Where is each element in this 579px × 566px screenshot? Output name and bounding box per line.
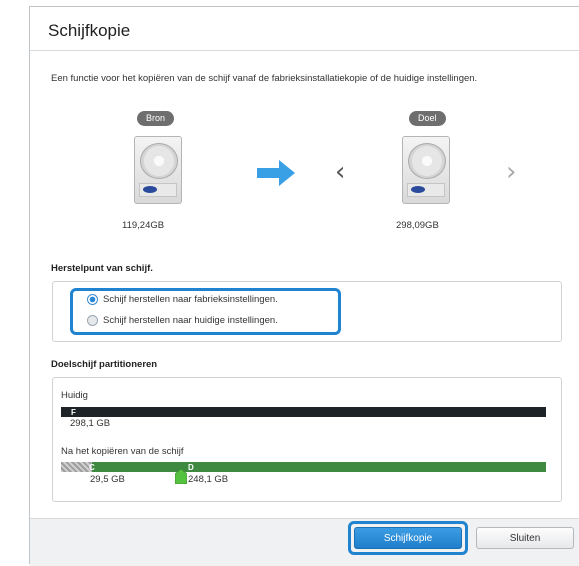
radio-unselected-icon[interactable]: [87, 315, 98, 326]
after-copy-label: Na het kopiëren van de schijf: [61, 446, 184, 457]
partition-c-letter: C: [89, 463, 95, 472]
partition-d-size: 248,1 GB: [188, 474, 229, 485]
dialog-description: Een functie voor het kopiëren van de sch…: [51, 73, 478, 84]
partition-d-bar: [92, 462, 546, 472]
disk-copy-dialog: Schijfkopie Een functie voor het kopiëre…: [29, 6, 579, 566]
source-badge: Bron: [137, 111, 175, 126]
current-partition-letter: F: [71, 408, 76, 417]
target-hard-drive-icon: [402, 136, 450, 204]
radio-current-settings[interactable]: Schijf herstellen naar huidige instellin…: [87, 315, 278, 326]
partition-d-letter: D: [188, 463, 194, 472]
partition-c-size: 29,5 GB: [90, 474, 125, 485]
target-badge: Doel: [409, 111, 446, 126]
radio-current-label: Schijf herstellen naar huidige instellin…: [103, 315, 278, 326]
current-label: Huidig: [61, 390, 88, 401]
restore-point-heading: Herstelpunt van schijf.: [51, 263, 153, 274]
source-size: 119,24GB: [122, 220, 165, 231]
title-bar: Schijfkopie: [30, 7, 579, 51]
previous-target-chevron-left-icon[interactable]: ‹: [335, 159, 345, 185]
close-button[interactable]: Sluiten: [476, 527, 574, 549]
radio-factory-label: Schijf herstellen naar fabrieksinstellin…: [103, 294, 278, 305]
current-partition-bar: [61, 407, 546, 417]
copy-direction-arrow-icon: [257, 160, 295, 186]
disk-copy-button[interactable]: Schijfkopie: [354, 527, 462, 549]
radio-selected-icon[interactable]: [87, 294, 98, 305]
dialog-title: Schijfkopie: [48, 21, 131, 40]
radio-factory-settings[interactable]: Schijf herstellen naar fabrieksinstellin…: [87, 294, 278, 305]
partition-heading: Doelschijf partitioneren: [51, 359, 158, 370]
current-partition-size: 298,1 GB: [70, 418, 111, 429]
partition-c-bar: [61, 462, 92, 472]
source-hard-drive-icon: [134, 136, 182, 204]
target-size: 298,09GB: [396, 220, 439, 231]
partition-group: [52, 377, 562, 502]
partition-resize-handle-icon[interactable]: [175, 469, 187, 484]
next-target-chevron-right-icon[interactable]: ›: [506, 159, 516, 185]
